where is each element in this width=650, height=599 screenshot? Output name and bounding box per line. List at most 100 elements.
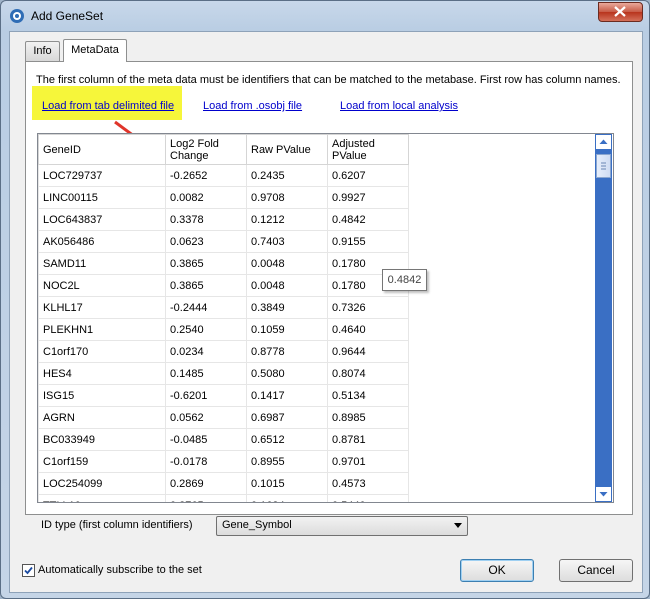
table-cell[interactable]: 0.4640: [327, 318, 409, 341]
scroll-down-button[interactable]: [596, 487, 611, 501]
table-row[interactable]: NOC2L 0.3865 0.0048 0.1780: [38, 274, 409, 297]
table-cell[interactable]: 0.9927: [327, 186, 409, 209]
close-button[interactable]: [598, 2, 643, 22]
table-cell[interactable]: LOC729737: [38, 164, 166, 187]
table-row[interactable]: LOC729737 -0.2652 0.2435 0.6207: [38, 164, 409, 187]
subscribe-checkbox[interactable]: [22, 564, 35, 577]
load-tab-delimited-link[interactable]: Load from tab delimited file: [42, 100, 174, 112]
table-cell[interactable]: 0.8955: [246, 450, 328, 473]
table-cell[interactable]: 0.5134: [327, 384, 409, 407]
tab-info[interactable]: Info: [25, 41, 60, 61]
table-cell[interactable]: 0.2435: [246, 164, 328, 187]
table-cell[interactable]: LINC00115: [38, 186, 166, 209]
table-cell[interactable]: -0.2444: [165, 296, 247, 319]
table-cell[interactable]: 0.8781: [327, 428, 409, 451]
table-cell[interactable]: 0.8778: [246, 340, 328, 363]
table-row[interactable]: KLHL17 -0.2444 0.3849 0.7326: [38, 296, 409, 319]
cancel-button[interactable]: Cancel: [559, 559, 633, 582]
table-cell[interactable]: AGRN: [38, 406, 166, 429]
table-cell[interactable]: 0.4842: [327, 208, 409, 231]
table-cell[interactable]: 0.1485: [165, 362, 247, 385]
tab-metadata[interactable]: MetaData: [63, 39, 127, 62]
table-cell[interactable]: 0.1684: [246, 494, 328, 502]
load-osobj-link[interactable]: Load from .osobj file: [203, 100, 302, 112]
table-cell[interactable]: 0.8985: [327, 406, 409, 429]
table-cell[interactable]: 0.6512: [246, 428, 328, 451]
table-cell[interactable]: ISG15: [38, 384, 166, 407]
vertical-scrollbar[interactable]: [595, 134, 612, 502]
table-cell[interactable]: 0.6207: [327, 164, 409, 187]
table-cell[interactable]: 0.3865: [165, 274, 247, 297]
load-local-analysis-link[interactable]: Load from local analysis: [340, 100, 458, 112]
table-cell[interactable]: 0.4573: [327, 472, 409, 495]
table-cell[interactable]: -0.0178: [165, 450, 247, 473]
table-cell[interactable]: NOC2L: [38, 274, 166, 297]
table-row[interactable]: BC033949 -0.0485 0.6512 0.8781: [38, 428, 409, 451]
column-header[interactable]: Adjusted PValue: [327, 134, 409, 165]
metadata-grid[interactable]: GeneID Log2 Fold Change Raw PValue Adjus…: [37, 133, 614, 503]
scroll-thumb[interactable]: [596, 154, 611, 178]
table-cell[interactable]: SAMD11: [38, 252, 166, 275]
table-cell[interactable]: PLEKHN1: [38, 318, 166, 341]
column-header[interactable]: Raw PValue: [246, 134, 328, 165]
id-type-select[interactable]: Gene_Symbol: [216, 516, 468, 536]
table-row[interactable]: LOC643837 0.3378 0.1212 0.4842: [38, 208, 409, 231]
table-cell[interactable]: 0.3378: [165, 208, 247, 231]
table-cell[interactable]: 0.1417: [246, 384, 328, 407]
table-cell[interactable]: 0.2540: [165, 318, 247, 341]
table-cell[interactable]: 0.0562: [165, 406, 247, 429]
table-cell[interactable]: 0.2869: [165, 472, 247, 495]
table-row[interactable]: AGRN 0.0562 0.6987 0.8985: [38, 406, 409, 429]
table-row[interactable]: C1orf159 -0.0178 0.8955 0.9701: [38, 450, 409, 473]
table-row[interactable]: ISG15 -0.6201 0.1417 0.5134: [38, 384, 409, 407]
table-cell[interactable]: -0.6201: [165, 384, 247, 407]
table-cell[interactable]: TTLL10: [38, 494, 166, 502]
table-cell[interactable]: AK056486: [38, 230, 166, 253]
table-cell[interactable]: HES4: [38, 362, 166, 385]
table-cell[interactable]: 0.9701: [327, 450, 409, 473]
table-cell[interactable]: -0.0485: [165, 428, 247, 451]
table-cell[interactable]: LOC643837: [38, 208, 166, 231]
table-cell[interactable]: 0.5440: [327, 494, 409, 502]
table-row[interactable]: PLEKHN1 0.2540 0.1059 0.4640: [38, 318, 409, 341]
table-cell[interactable]: 0.7403: [246, 230, 328, 253]
app-icon: [9, 8, 25, 24]
table-cell[interactable]: 0.6987: [246, 406, 328, 429]
table-row[interactable]: LOC254099 0.2869 0.1015 0.4573: [38, 472, 409, 495]
table-cell[interactable]: 0.3849: [246, 296, 328, 319]
table-cell[interactable]: 0.9155: [327, 230, 409, 253]
table-cell[interactable]: 0.5080: [246, 362, 328, 385]
table-cell[interactable]: 0.1212: [246, 208, 328, 231]
table-row[interactable]: TTLL100.27650.16840.5440: [38, 494, 409, 502]
table-cell[interactable]: 0.9644: [327, 340, 409, 363]
table-cell[interactable]: 0.0048: [246, 252, 328, 275]
table-cell[interactable]: 0.8074: [327, 362, 409, 385]
scroll-up-button[interactable]: [596, 135, 611, 149]
table-cell[interactable]: -0.2652: [165, 164, 247, 187]
table-cell[interactable]: C1orf170: [38, 340, 166, 363]
table-cell[interactable]: BC033949: [38, 428, 166, 451]
table-row[interactable]: C1orf170 0.0234 0.8778 0.9644: [38, 340, 409, 363]
metadata-table: GeneID Log2 Fold Change Raw PValue Adjus…: [38, 134, 409, 502]
column-header[interactable]: GeneID: [38, 134, 166, 165]
table-cell[interactable]: 0.0082: [165, 186, 247, 209]
add-geneset-dialog: Add GeneSet Info MetaData The first colu…: [0, 0, 650, 599]
table-row[interactable]: LINC00115 0.0082 0.9708 0.9927: [38, 186, 409, 209]
table-cell[interactable]: C1orf159: [38, 450, 166, 473]
table-cell[interactable]: 0.3865: [165, 252, 247, 275]
table-cell[interactable]: 0.2765: [165, 494, 247, 502]
column-header[interactable]: Log2 Fold Change: [165, 134, 247, 165]
table-cell[interactable]: 0.9708: [246, 186, 328, 209]
table-cell[interactable]: 0.1015: [246, 472, 328, 495]
table-cell[interactable]: 0.1059: [246, 318, 328, 341]
table-cell[interactable]: 0.7326: [327, 296, 409, 319]
table-cell[interactable]: 0.0623: [165, 230, 247, 253]
table-cell[interactable]: 0.0048: [246, 274, 328, 297]
table-cell[interactable]: KLHL17: [38, 296, 166, 319]
table-cell[interactable]: LOC254099: [38, 472, 166, 495]
table-row[interactable]: SAMD11 0.3865 0.0048 0.1780: [38, 252, 409, 275]
table-row[interactable]: HES4 0.1485 0.5080 0.8074: [38, 362, 409, 385]
table-row[interactable]: AK056486 0.0623 0.7403 0.9155: [38, 230, 409, 253]
table-cell[interactable]: 0.0234: [165, 340, 247, 363]
ok-button[interactable]: OK: [460, 559, 534, 582]
